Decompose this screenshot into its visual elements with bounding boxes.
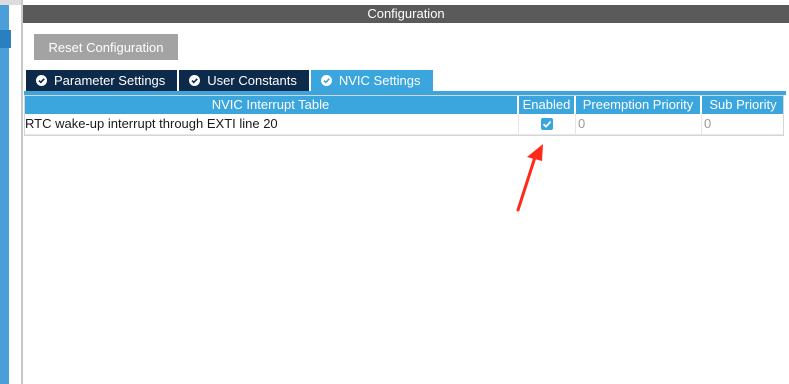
- enabled-cell: [519, 114, 576, 134]
- preemption-priority-cell[interactable]: 0: [576, 114, 702, 134]
- header-preemption-priority[interactable]: Preemption Priority: [576, 95, 702, 114]
- tab-parameter-settings[interactable]: Parameter Settings: [26, 70, 178, 91]
- check-circle-icon: [189, 75, 201, 86]
- side-panel-handle[interactable]: [0, 30, 11, 48]
- interrupt-name-cell: RTC wake-up interrupt through EXTI line …: [24, 114, 519, 134]
- tab-label: Parameter Settings: [54, 73, 166, 88]
- side-panel-edge: [0, 0, 9, 384]
- annotation-arrow-icon: [516, 144, 543, 212]
- settings-tabs: Parameter Settings User Constants NVIC S…: [26, 70, 435, 91]
- configuration-title-bar: Configuration: [23, 5, 789, 23]
- check-circle-icon: [320, 75, 332, 86]
- tab-label: NVIC Settings: [338, 73, 421, 88]
- header-nvic-interrupt-table[interactable]: NVIC Interrupt Table: [24, 95, 519, 114]
- enabled-checkbox[interactable]: [541, 118, 553, 130]
- table-header: NVIC Interrupt Table Enabled Preemption …: [24, 95, 784, 114]
- tab-user-constants[interactable]: User Constants: [179, 70, 309, 91]
- tab-label: User Constants: [207, 73, 297, 88]
- check-circle-icon: [36, 75, 47, 86]
- header-enabled[interactable]: Enabled: [519, 95, 576, 114]
- header-sub-priority[interactable]: Sub Priority: [702, 95, 784, 114]
- table-row[interactable]: RTC wake-up interrupt through EXTI line …: [24, 114, 784, 135]
- sub-priority-cell[interactable]: 0: [702, 114, 784, 134]
- reset-configuration-button[interactable]: Reset Configuration: [34, 34, 178, 60]
- tab-nvic-settings[interactable]: NVIC Settings: [310, 70, 433, 91]
- nvic-interrupt-table: NVIC Interrupt Table Enabled Preemption …: [24, 95, 784, 135]
